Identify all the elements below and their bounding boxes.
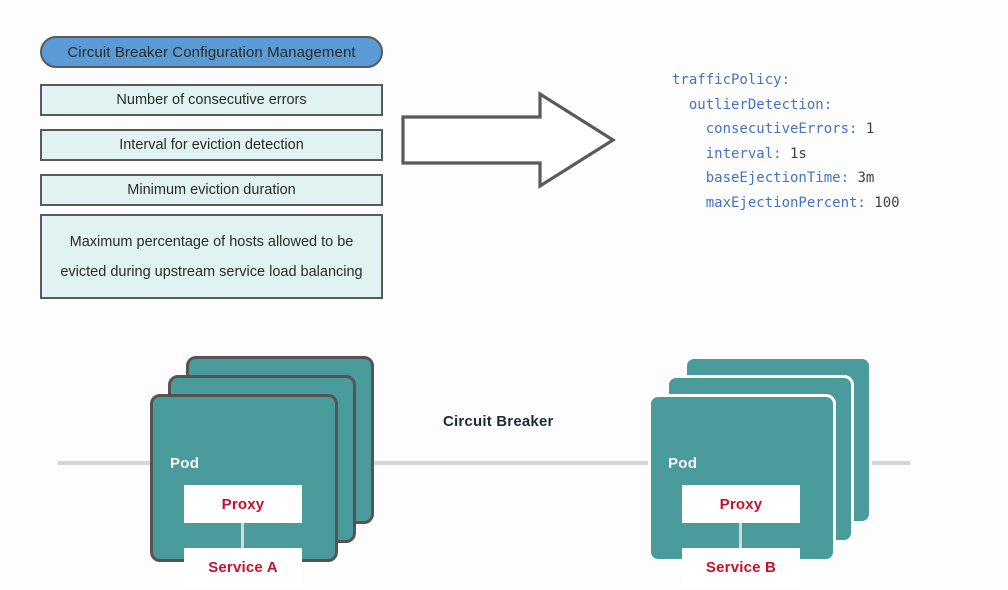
proxy-service-connector (739, 523, 742, 548)
service-label: Service A (208, 558, 278, 576)
yaml-line-trafficpolicy: trafficPolicy: (672, 72, 791, 88)
config-item-label: Interval for eviction detection (119, 137, 304, 153)
pod-label: Pod (170, 455, 200, 472)
pod-group-right: Pod Proxy Service B (648, 356, 878, 586)
yaml-line-outlierdetection: outlierDetection: (672, 96, 833, 113)
pod-card-front: Pod Proxy Service B (648, 394, 836, 586)
diagram-canvas: Circuit Breaker Configuration Management… (0, 0, 1008, 590)
config-item-label: Minimum eviction duration (127, 182, 296, 198)
pod-label: Pod (668, 455, 698, 472)
yaml-value-consecutiveerrors: 1 (857, 121, 875, 137)
service-label: Service B (705, 558, 777, 576)
proxy-service-connector (241, 523, 244, 548)
circuit-breaker-label: Circuit Breaker (443, 413, 554, 430)
right-arrow-icon (401, 91, 616, 189)
yaml-snippet: trafficPolicy: outlierDetection: consecu… (672, 68, 900, 215)
proxy-label: Proxy (719, 495, 763, 513)
proxy-box: Proxy (682, 485, 800, 523)
config-item-label: Number of consecutive errors (116, 92, 307, 108)
config-title-pill: Circuit Breaker Configuration Management (40, 36, 383, 68)
yaml-key-consecutiveerrors: consecutiveErrors: (672, 121, 858, 137)
pod-card-front: Pod Proxy Service A (150, 394, 338, 586)
yaml-value-baseejectiontime: 3m (849, 170, 875, 186)
yaml-key-baseejectiontime: baseEjectionTime: (672, 170, 850, 186)
proxy-label: Proxy (221, 495, 265, 513)
service-box: Service A (184, 548, 302, 586)
yaml-value-maxejectionpercent: 100 (865, 194, 900, 211)
config-item-interval: Interval for eviction detection (40, 129, 383, 161)
proxy-box: Proxy (184, 485, 302, 523)
yaml-key-maxejectionpercent: maxEjectionPercent: (672, 194, 866, 211)
config-item-base-ejection-time: Minimum eviction duration (40, 174, 383, 206)
config-item-max-ejection-percent: Maximum percentage of hosts allowed to b… (40, 214, 383, 299)
config-item-label: Maximum percentage of hosts allowed to b… (60, 233, 363, 280)
pod-group-left: Pod Proxy Service A (150, 356, 380, 586)
service-box: Service B (682, 548, 800, 586)
yaml-value-interval: 1s (781, 145, 807, 162)
yaml-key-interval: interval: (672, 145, 782, 162)
config-title-text: Circuit Breaker Configuration Management (67, 43, 356, 61)
config-item-consecutive-errors: Number of consecutive errors (40, 84, 383, 116)
